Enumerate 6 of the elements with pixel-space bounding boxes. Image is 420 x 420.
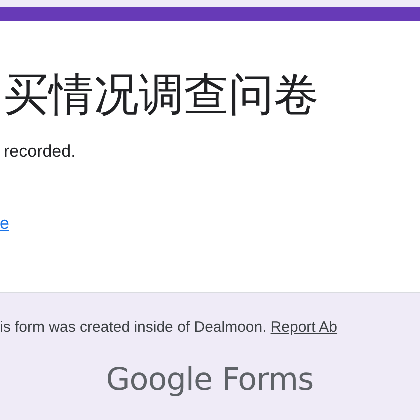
google-forms-logo: Google Forms — [106, 362, 314, 398]
form-title: 买情况调查问卷 — [4, 68, 319, 122]
footer-notice: is form was created inside of Dealmoon. — [0, 319, 267, 336]
confirmation-message: recorded. — [4, 141, 76, 163]
report-abuse-link[interactable]: Report Ab — [270, 319, 338, 336]
form-link[interactable]: e — [0, 213, 10, 235]
